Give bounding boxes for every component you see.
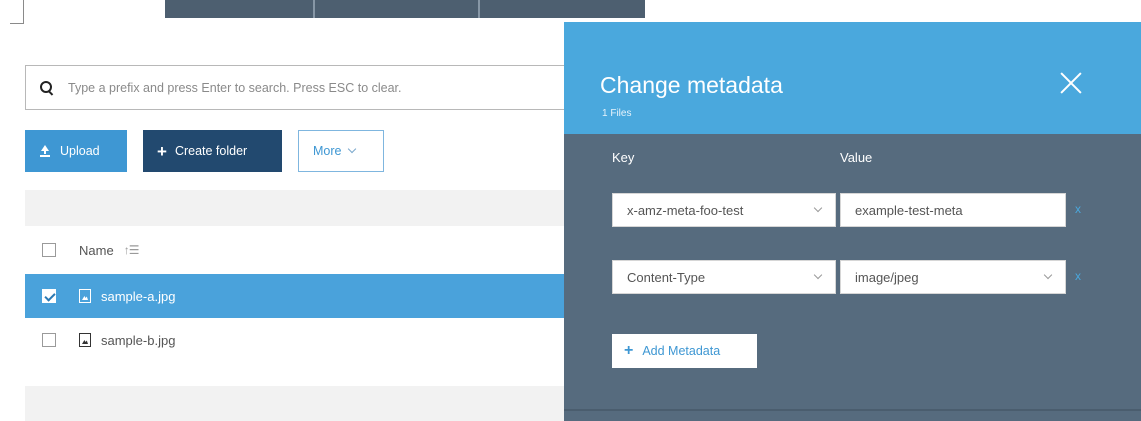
plus-icon: + xyxy=(157,141,167,161)
row-checkbox[interactable] xyxy=(42,333,56,347)
top-tab-segment[interactable] xyxy=(480,0,645,18)
search-icon xyxy=(40,80,54,95)
table-toolbar-band xyxy=(25,190,565,226)
table-header-row: Name ↑☰ xyxy=(25,228,565,272)
search-box xyxy=(25,65,585,110)
change-metadata-modal: Change metadata 1 Files Key Value x-amz-… xyxy=(564,22,1141,421)
select-all-checkbox[interactable] xyxy=(42,243,56,257)
value-column-label: Value xyxy=(840,150,873,165)
upload-icon xyxy=(39,145,51,157)
table-row[interactable]: sample-a.jpg xyxy=(25,274,565,318)
window-corner-mark xyxy=(10,0,24,24)
chevron-down-icon xyxy=(813,203,823,213)
top-tab-segment[interactable] xyxy=(315,0,480,18)
add-metadata-button[interactable]: + Add Metadata xyxy=(612,334,757,368)
row-checkbox[interactable] xyxy=(42,289,56,303)
modal-footer-divider xyxy=(564,409,1141,411)
modal-header: Change metadata 1 Files xyxy=(564,22,1141,134)
file-image-icon xyxy=(79,333,91,347)
modal-title: Change metadata xyxy=(600,72,783,98)
chevron-down-icon xyxy=(348,144,357,154)
close-icon[interactable] xyxy=(1058,70,1084,96)
metadata-key-value: x-amz-meta-foo-test xyxy=(627,202,744,218)
top-tab-bar xyxy=(165,0,645,18)
more-dropdown-button[interactable]: More xyxy=(298,130,384,172)
metadata-key-select[interactable]: x-amz-meta-foo-test xyxy=(612,193,836,227)
table-footer-band xyxy=(25,386,565,421)
top-tab-segment[interactable] xyxy=(165,0,315,18)
metadata-value-text: example-test-meta xyxy=(855,202,963,218)
table-row[interactable]: sample-b.jpg xyxy=(25,318,565,362)
sort-icon[interactable]: ↑☰ xyxy=(124,243,140,257)
file-name[interactable]: sample-a.jpg xyxy=(101,289,175,304)
remove-metadata-icon[interactable]: x xyxy=(1075,269,1081,283)
file-name[interactable]: sample-b.jpg xyxy=(101,333,175,348)
chevron-down-icon xyxy=(1043,270,1053,280)
chevron-down-icon xyxy=(813,270,823,280)
plus-icon: + xyxy=(624,342,634,359)
create-folder-button-label: Create folder xyxy=(174,144,248,158)
modal-subtitle: 1 Files xyxy=(602,108,632,119)
create-folder-button[interactable]: + Create folder xyxy=(143,130,282,172)
upload-button-label: Upload xyxy=(60,144,100,158)
metadata-key-select[interactable]: Content-Type xyxy=(612,260,836,294)
search-input[interactable] xyxy=(68,80,498,95)
upload-button[interactable]: Upload xyxy=(25,130,127,172)
add-metadata-label: Add Metadata xyxy=(642,344,721,358)
metadata-key-value: Content-Type xyxy=(627,269,706,285)
more-button-label: More xyxy=(313,144,342,158)
metadata-value-select[interactable]: image/jpeg xyxy=(840,260,1066,294)
name-column-header[interactable]: Name xyxy=(79,243,114,258)
metadata-value-input[interactable]: example-test-meta xyxy=(840,193,1066,227)
file-image-icon xyxy=(79,289,91,303)
metadata-value-text: image/jpeg xyxy=(855,269,919,285)
key-column-label: Key xyxy=(612,150,635,165)
remove-metadata-icon[interactable]: x xyxy=(1075,202,1081,216)
